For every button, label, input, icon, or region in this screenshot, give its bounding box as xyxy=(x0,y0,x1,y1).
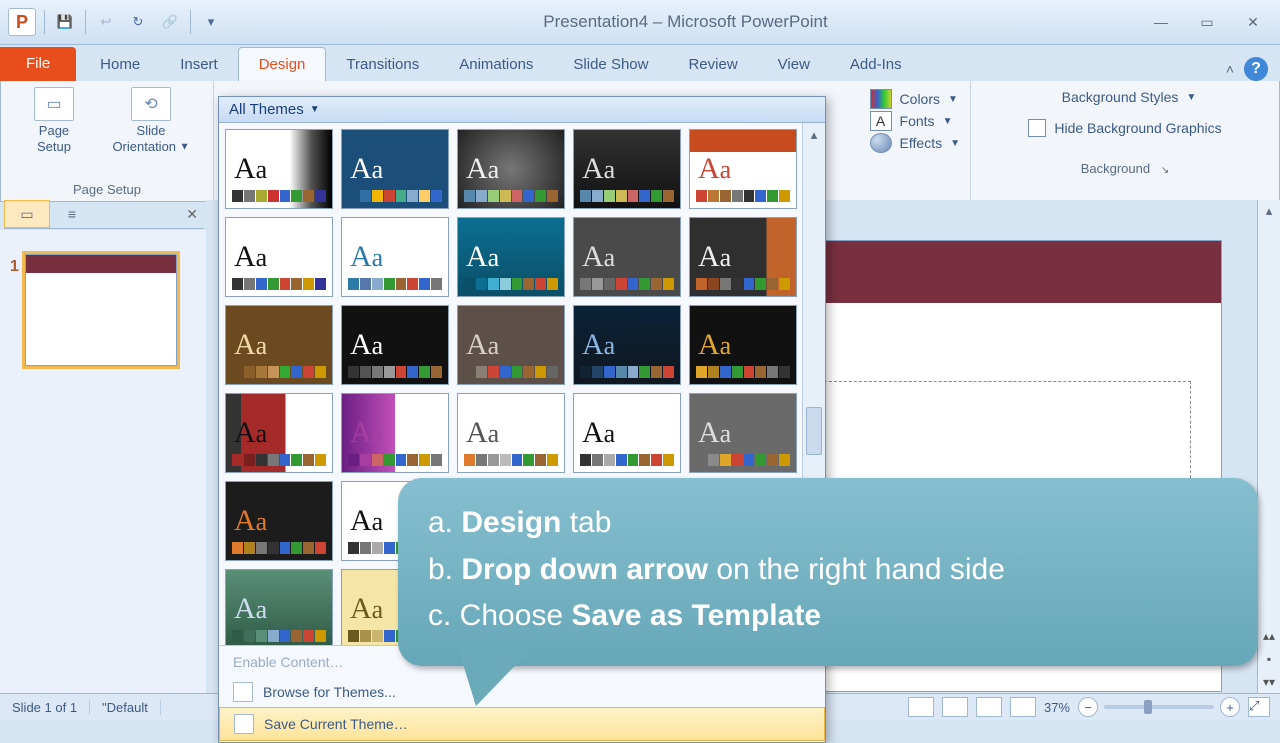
page-setup-button[interactable]: ▭ Page Setup xyxy=(11,85,97,180)
background-styles-button[interactable]: Background Styles ▼ xyxy=(1054,89,1197,105)
slide-orientation-icon: ⟲ xyxy=(131,87,171,121)
qat-customize-icon[interactable]: ▾ xyxy=(199,10,223,34)
theme-thumbnail[interactable]: Aa xyxy=(457,305,565,385)
outline-pane-tab[interactable]: ≡ xyxy=(50,201,94,227)
tutorial-callout: a. Design tab b. Drop down arrow on the … xyxy=(398,478,1258,666)
folder-icon xyxy=(233,682,253,702)
zoom-slider[interactable]: − + xyxy=(1078,697,1240,717)
slide-orientation-button[interactable]: ⟲ Slide Orientation ▼ xyxy=(99,85,203,180)
theme-thumbnail[interactable]: Aa xyxy=(689,393,797,473)
save-theme-icon xyxy=(234,714,254,734)
theme-thumbnail[interactable]: Aa xyxy=(573,129,681,209)
theme-thumbnail[interactable]: Aa xyxy=(341,393,449,473)
zoom-level: 37% xyxy=(1044,700,1070,715)
gallery-header[interactable]: All Themes ▼ xyxy=(219,97,825,123)
theme-thumbnail[interactable]: Aa xyxy=(225,481,333,561)
slideshow-view-button[interactable] xyxy=(1010,697,1036,717)
hide-background-checkbox[interactable]: Hide Background Graphics xyxy=(1028,119,1221,137)
prev-slide-icon[interactable]: ▴▴ xyxy=(1258,624,1280,647)
group-page-setup: ▭ Page Setup ⟲ Slide Orientation ▼ Page … xyxy=(1,81,214,201)
status-theme: "Default xyxy=(90,700,161,715)
tab-slide-show[interactable]: Slide Show xyxy=(553,48,668,81)
tab-add-ins[interactable]: Add-Ins xyxy=(830,48,922,81)
fonts-icon xyxy=(870,111,892,131)
app-icon[interactable]: P xyxy=(8,8,36,36)
theme-thumbnail[interactable]: Aa xyxy=(689,129,797,209)
slide-thumbnail-1[interactable]: 1 xyxy=(10,254,196,366)
link-icon[interactable]: 🔗 xyxy=(158,10,182,34)
undo-icon[interactable]: ↩ xyxy=(94,10,118,34)
theme-thumbnail[interactable]: Aa xyxy=(457,393,565,473)
page-setup-icon: ▭ xyxy=(34,87,74,121)
slide-pane-tabs: ▭ ≡ ✕ xyxy=(4,200,204,229)
theme-thumbnail[interactable]: Aa xyxy=(225,393,333,473)
colors-button[interactable]: Colors ▼ xyxy=(870,89,960,109)
theme-thumbnail[interactable]: Aa xyxy=(341,217,449,297)
close-button[interactable]: ✕ xyxy=(1240,12,1266,32)
sorter-view-button[interactable] xyxy=(942,697,968,717)
theme-thumbnail[interactable]: Aa xyxy=(573,305,681,385)
tab-view[interactable]: View xyxy=(758,48,830,81)
zoom-out-icon[interactable]: − xyxy=(1078,697,1098,717)
window-title: Presentation4 – Microsoft PowerPoint xyxy=(223,12,1148,32)
help-icon[interactable]: ? xyxy=(1244,57,1268,81)
tab-design[interactable]: Design xyxy=(238,47,327,81)
quick-access-toolbar: P 💾 ↩ ↻ 🔗 ▾ xyxy=(0,8,223,36)
status-slide-count: Slide 1 of 1 xyxy=(0,700,90,715)
group-background: Background Styles ▼ Hide Background Grap… xyxy=(971,81,1279,201)
callout-line-b: b. Drop down arrow on the right hand sid… xyxy=(428,547,1228,594)
callout-line-a: a. Design tab xyxy=(428,500,1228,547)
tab-insert[interactable]: Insert xyxy=(160,48,238,81)
theme-thumbnail[interactable]: Aa xyxy=(573,217,681,297)
callout-line-c: c. Choose Save as Template xyxy=(428,593,1228,640)
colors-icon xyxy=(870,89,892,109)
title-placeholder[interactable] xyxy=(789,381,1191,493)
group-label-page-setup: Page Setup xyxy=(73,180,141,199)
theme-thumbnail[interactable]: Aa xyxy=(225,217,333,297)
slide-number: 1 xyxy=(10,258,19,366)
theme-thumbnail[interactable]: Aa xyxy=(457,217,565,297)
fonts-button[interactable]: Fonts ▼ xyxy=(870,111,960,131)
reading-view-button[interactable] xyxy=(976,697,1002,717)
theme-thumbnail[interactable]: Aa xyxy=(341,129,449,209)
vertical-scrollbar[interactable]: ▴ ▴▴ ▪ ▾▾ xyxy=(1257,200,1280,694)
save-icon[interactable]: 💾 xyxy=(53,10,77,34)
group-label-background: Background ↘ xyxy=(1081,159,1170,178)
theme-thumbnail[interactable]: Aa xyxy=(341,305,449,385)
theme-thumbnail[interactable]: Aa xyxy=(225,569,333,645)
title-bar: P 💾 ↩ ↻ 🔗 ▾ Presentation4 – Microsoft Po… xyxy=(0,0,1280,45)
minimize-button[interactable]: — xyxy=(1148,12,1174,32)
slide-preview xyxy=(25,254,177,366)
theme-thumbnail[interactable]: Aa xyxy=(573,393,681,473)
tab-review[interactable]: Review xyxy=(668,48,757,81)
slide-nav-icon[interactable]: ▪ xyxy=(1258,647,1280,670)
theme-thumbnail[interactable]: Aa xyxy=(689,217,797,297)
gallery-scroll-up-icon[interactable]: ▴ xyxy=(803,123,825,147)
tab-file[interactable]: File xyxy=(0,47,76,81)
tab-animations[interactable]: Animations xyxy=(439,48,553,81)
menu-save-current-theme[interactable]: Save Current Theme… xyxy=(219,707,825,741)
slide-thumbnails-panel: 1 xyxy=(0,230,207,694)
effects-icon xyxy=(870,133,892,153)
theme-thumbnail[interactable]: Aa xyxy=(689,305,797,385)
theme-thumbnail[interactable]: Aa xyxy=(225,305,333,385)
ribbon-collapse-icon[interactable]: ˄ xyxy=(1226,61,1234,77)
group-theme-variants: Colors ▼ Fonts ▼ Effects ▼ xyxy=(860,81,971,201)
slides-pane-tab[interactable]: ▭ xyxy=(4,200,50,228)
theme-thumbnail[interactable]: Aa xyxy=(225,129,333,209)
normal-view-button[interactable] xyxy=(908,697,934,717)
next-slide-icon[interactable]: ▾▾ xyxy=(1258,671,1280,694)
tab-transitions[interactable]: Transitions xyxy=(326,48,439,81)
checkbox-icon xyxy=(1028,119,1046,137)
fit-to-window-button[interactable]: ⤢ xyxy=(1248,697,1270,717)
zoom-in-icon[interactable]: + xyxy=(1220,697,1240,717)
scroll-up-icon[interactable]: ▴ xyxy=(1258,200,1280,222)
tab-home[interactable]: Home xyxy=(80,48,160,81)
repeat-icon[interactable]: ↻ xyxy=(126,10,150,34)
effects-button[interactable]: Effects ▼ xyxy=(870,133,960,153)
maximize-button[interactable]: ▭ xyxy=(1194,12,1220,32)
pane-close-icon[interactable]: ✕ xyxy=(186,206,198,223)
ribbon-tabs: File Home Insert Design Transitions Anim… xyxy=(0,45,1280,81)
theme-thumbnail[interactable]: Aa xyxy=(457,129,565,209)
